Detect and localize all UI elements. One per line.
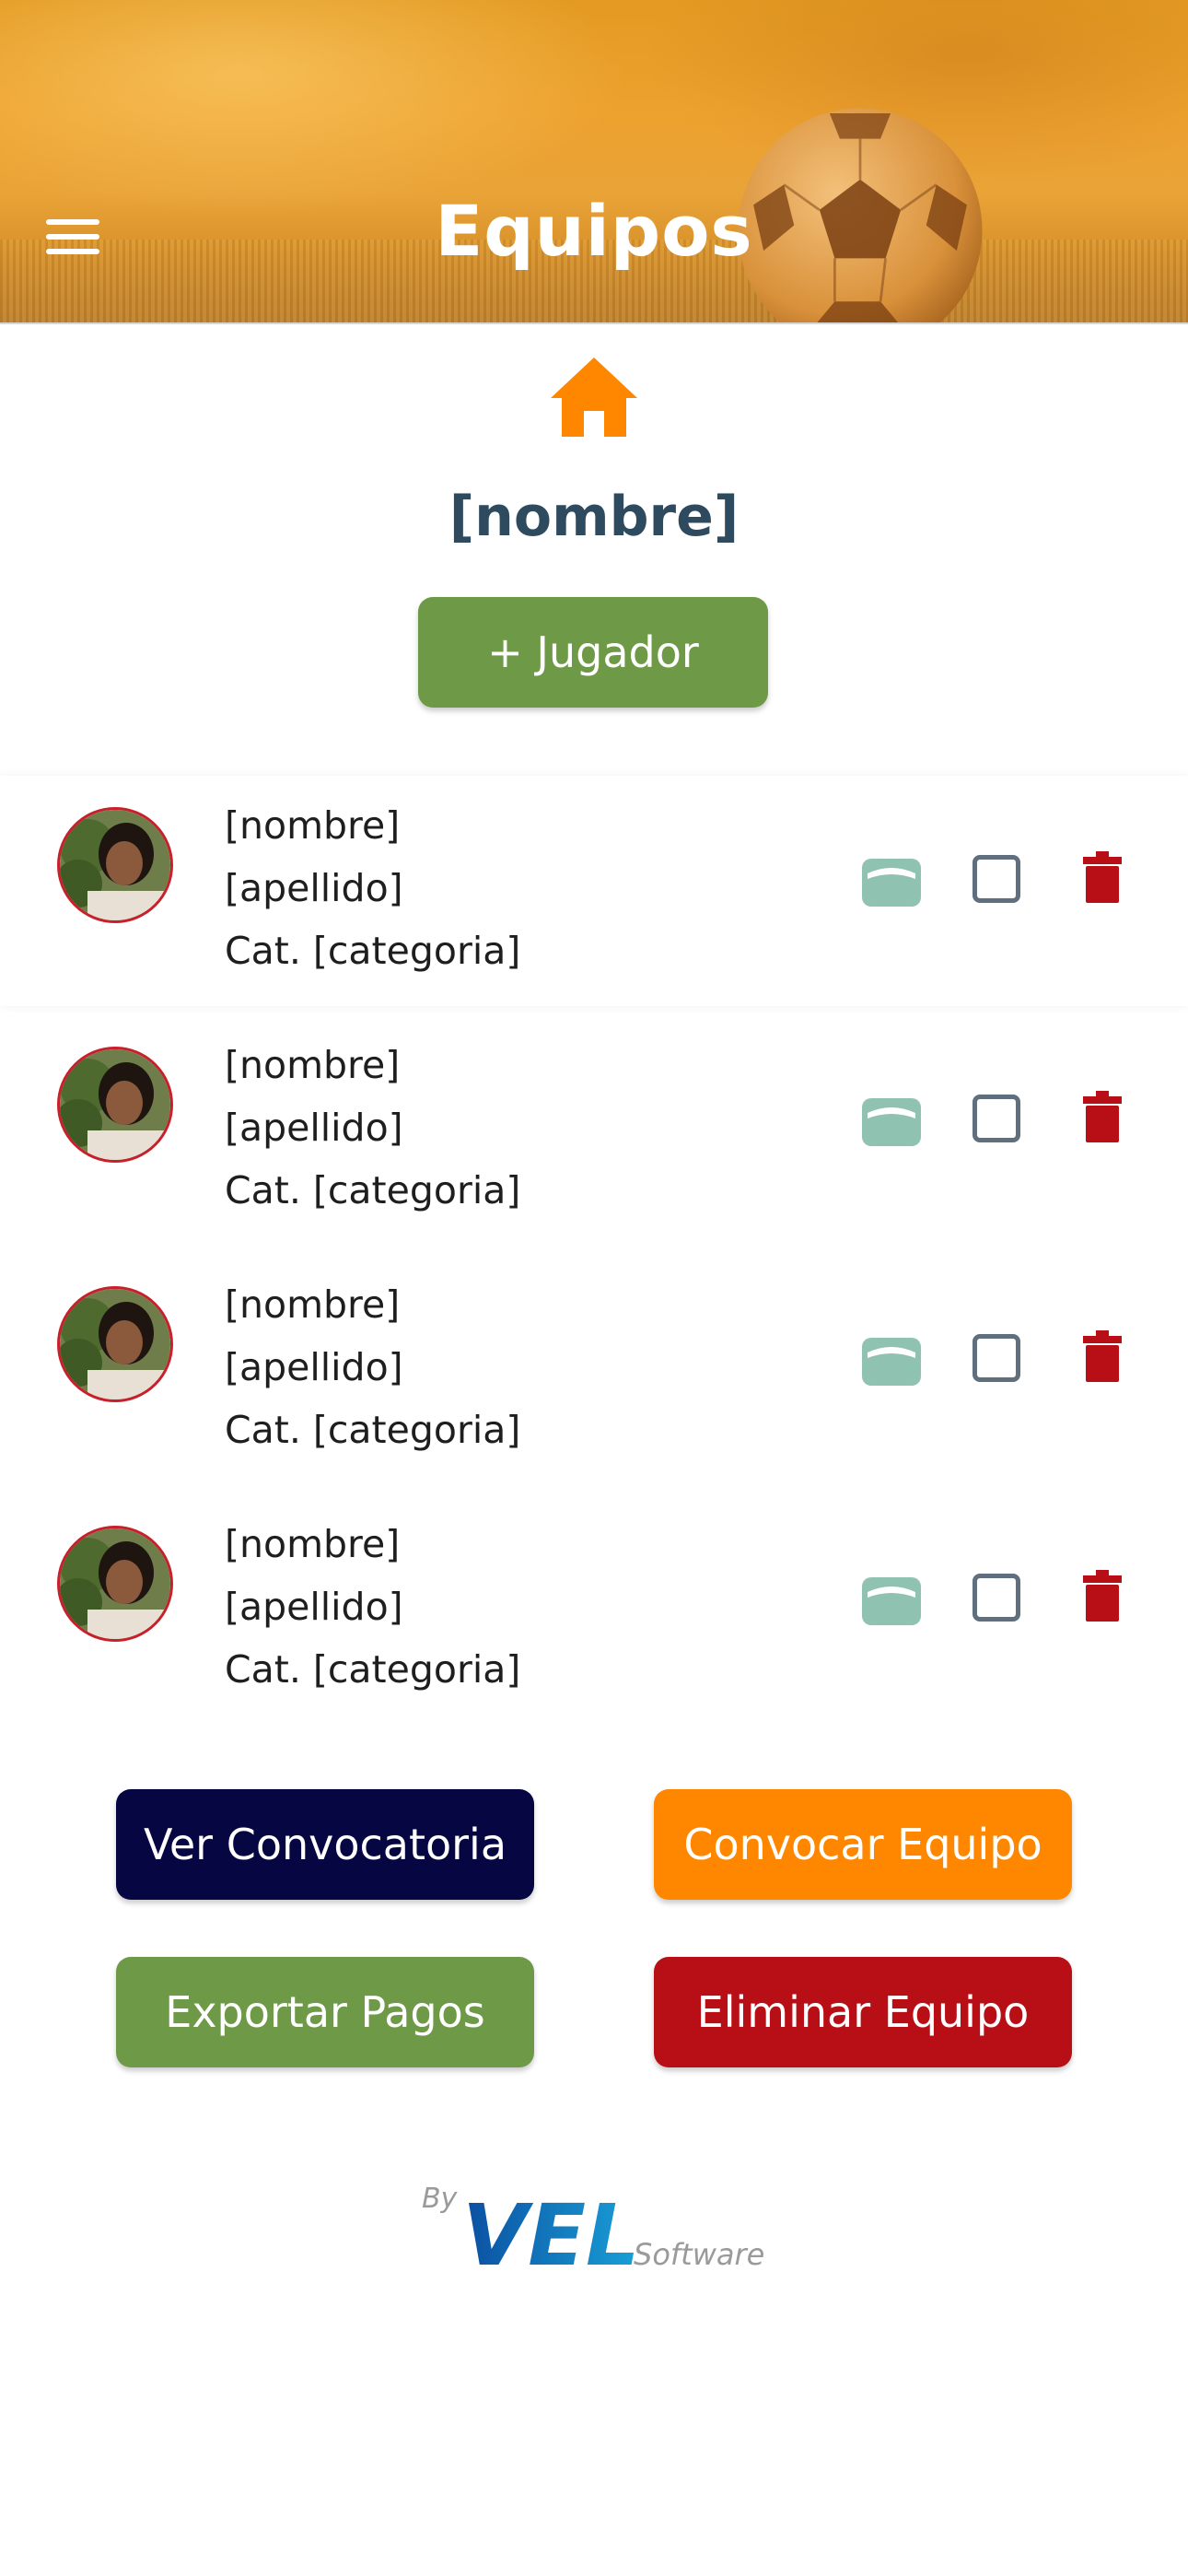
player-category: Cat. [categoria] (225, 929, 521, 973)
player-first-name: [nombre] (225, 1522, 401, 1566)
player-select-checkbox[interactable] (973, 1334, 1020, 1382)
payment-card-icon[interactable] (862, 1098, 921, 1146)
player-first-name: [nombre] (225, 803, 401, 848)
team-name: [nombre] (448, 485, 740, 549)
player-first-name: [nombre] (225, 1282, 401, 1327)
delete-player-trash-icon[interactable] (1083, 851, 1122, 903)
player-category: Cat. [categoria] (225, 1647, 521, 1692)
player-select-checkbox[interactable] (973, 855, 1020, 903)
player-last-name: [apellido] (225, 1345, 403, 1389)
player-row[interactable]: [nombre] [apellido] Cat. [categoria] (0, 1494, 1188, 1725)
player-avatar (57, 1526, 173, 1642)
exportar-pagos-button[interactable]: Exportar Pagos (116, 1957, 534, 2067)
player-info: [nombre] [apellido] Cat. [categoria] (225, 1273, 520, 1461)
footer-brand: VEL (462, 2186, 640, 2285)
player-select-checkbox[interactable] (973, 1095, 1020, 1142)
player-category: Cat. [categoria] (225, 1168, 521, 1212)
add-player-button[interactable]: + Jugador (418, 597, 768, 708)
vel-software-logo: By VEL Software (422, 2183, 764, 2285)
delete-player-trash-icon[interactable] (1083, 1091, 1122, 1142)
convocar-equipo-button[interactable]: Convocar Equipo (654, 1789, 1072, 1900)
player-avatar (57, 1047, 173, 1163)
player-row[interactable]: [nombre] [apellido] Cat. [categoria] (0, 1015, 1188, 1246)
player-last-name: [apellido] (225, 866, 403, 910)
player-avatar (57, 807, 173, 923)
page-title: Equipos (435, 190, 753, 272)
delete-player-trash-icon[interactable] (1083, 1570, 1122, 1622)
player-row[interactable]: [nombre] [apellido] Cat. [categoria] (0, 1255, 1188, 1485)
payment-card-icon[interactable] (862, 1577, 921, 1625)
player-info: [nombre] [apellido] Cat. [categoria] (225, 1513, 520, 1701)
player-avatar (57, 1286, 173, 1402)
header-banner: Equipos (0, 0, 1188, 324)
player-info: [nombre] [apellido] Cat. [categoria] (225, 794, 520, 982)
payment-card-icon[interactable] (862, 859, 921, 907)
player-row[interactable]: [nombre] [apellido] Cat. [categoria] (0, 776, 1188, 1006)
player-info: [nombre] [apellido] Cat. [categoria] (225, 1034, 520, 1222)
footer-suffix: Software (634, 2237, 764, 2272)
player-last-name: [apellido] (225, 1585, 403, 1629)
delete-player-trash-icon[interactable] (1083, 1330, 1122, 1382)
home-icon[interactable] (551, 357, 637, 437)
payment-card-icon[interactable] (862, 1338, 921, 1386)
player-first-name: [nombre] (225, 1043, 401, 1087)
player-select-checkbox[interactable] (973, 1574, 1020, 1622)
eliminar-equipo-button[interactable]: Eliminar Equipo (654, 1957, 1072, 2067)
player-category: Cat. [categoria] (225, 1408, 521, 1452)
footer-by: By (422, 2183, 459, 2215)
ver-convocatoria-button[interactable]: Ver Convocatoria (116, 1789, 534, 1900)
player-last-name: [apellido] (225, 1106, 403, 1150)
